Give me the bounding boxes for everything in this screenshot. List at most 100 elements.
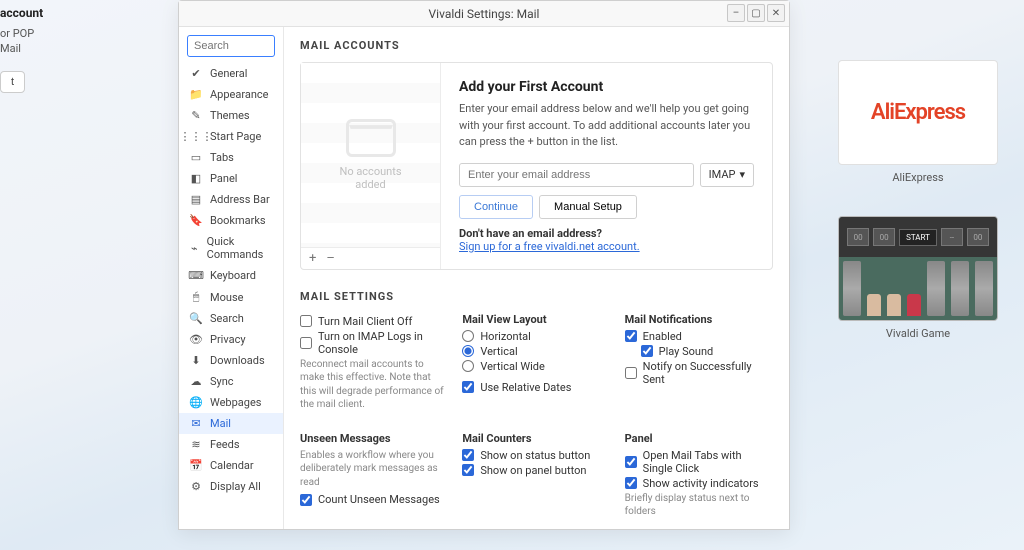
opt-notif-sound[interactable]: Play Sound [641,345,773,358]
minimize-button[interactable]: – [727,4,745,22]
settings-content: MAIL ACCOUNTS No accounts added + – Add … [284,27,789,529]
tile-label: AliExpress [838,171,998,184]
sidebar-item-panel[interactable]: ◧ Panel [179,168,283,189]
sidebar-item-keyboard[interactable]: ⌨ Keyboard [179,265,283,286]
opt-imap-logs[interactable]: Turn on IMAP Logs in Console [300,330,448,356]
downloads-icon: ⬇ [189,354,203,367]
sidebar-item-sync[interactable]: ☁ Sync [179,371,283,392]
sidebar-item-label: Panel [210,172,237,185]
sidebar-item-label: General [210,67,247,80]
sidebar-item-label: Start Page [210,130,261,143]
sidebar-item-label: Feeds [210,438,240,451]
sidebar-item-general[interactable]: ✔ General [179,63,283,84]
accounts-empty: No accounts added [301,63,440,247]
no-email-label: Don't have an email address? [459,227,754,240]
sidebar-item-label: Mail [210,417,231,430]
chevron-down-icon: ▾ [739,168,745,181]
feeds-icon: ≋ [189,438,203,451]
opt-layout-vertical[interactable]: Vertical [462,345,610,358]
add-account-button[interactable]: + [309,252,316,265]
privacy-icon: 👁 [189,333,203,346]
quick-commands-icon: ⌁ [189,242,200,255]
themes-icon: ✎ [189,109,203,122]
manual-setup-button[interactable]: Manual Setup [539,195,637,219]
general-icon: ✔ [189,67,203,80]
sidebar-item-label: Sync [210,375,234,388]
sidebar-item-address-bar[interactable]: ▤Address Bar [179,189,283,210]
sidebar-item-display-all[interactable]: ⚙Display All [179,476,283,497]
address-bar-icon: ▤ [189,193,203,206]
sync-icon: ☁ [189,375,203,388]
webpages-icon: 🌐 [189,396,203,409]
opt-mail-client-off[interactable]: Turn Mail Client Off [300,315,448,328]
sidebar-item-label: Bookmarks [210,214,266,227]
frag-button[interactable]: t [0,71,25,93]
sidebar-item-calendar[interactable]: 📅Calendar [179,455,283,476]
sidebar-item-label: Keyboard [210,269,256,282]
opt-notif-enabled[interactable]: Enabled [625,330,773,343]
sidebar-item-start-page[interactable]: ⋮⋮⋮ Start Page [179,126,283,147]
opt-notif-sent[interactable]: Notify on Successfully Sent [625,360,773,386]
panel-note: Briefly display status next to folders [625,492,773,519]
opt-panel-activity[interactable]: Show activity indicators [625,477,773,490]
sidebar-item-appearance[interactable]: 📁Appearance [179,84,283,105]
sidebar-item-label: Themes [210,109,250,122]
opt-layout-horizontal[interactable]: Horizontal [462,330,610,343]
keyboard-icon: ⌨ [189,269,203,282]
tile-label: Vivaldi Game [838,327,998,340]
heading-mail-notifications: Mail Notifications [625,313,773,326]
sidebar-item-label: Display All [210,480,261,493]
sidebar-item-label: Webpages [210,396,261,409]
sidebar-item-feeds[interactable]: ≋ Feeds [179,434,283,455]
settings-sidebar: ✔ General 📁Appearance ✎ Themes ⋮⋮⋮ Start Page ▭… [179,27,284,529]
protocol-select[interactable]: IMAP▾ [700,163,754,187]
opt-relative-dates[interactable]: Use Relative Dates [462,381,610,394]
heading-panel: Panel [625,432,773,445]
speed-dial-aliexpress[interactable]: AliExpress AliExpress [838,60,998,184]
mail-icon: ✉ [189,417,203,430]
sidebar-item-bookmarks[interactable]: 🔖 Bookmarks [179,210,283,231]
sidebar-item-themes[interactable]: ✎ Themes [179,105,283,126]
section-mail-accounts: MAIL ACCOUNTS [300,39,773,52]
sidebar-item-label: Quick Commands [207,235,273,261]
panel-icon: ◧ [189,172,203,185]
continue-button[interactable]: Continue [459,195,533,219]
search-input[interactable] [187,35,275,57]
aliexpress-logo: AliExpress [871,100,965,125]
maximize-button[interactable]: ▢ [747,4,765,22]
window-title: Vivaldi Settings: Mail [429,7,540,21]
sidebar-item-privacy[interactable]: 👁Privacy [179,329,283,350]
window-titlebar: Vivaldi Settings: Mail – ▢ ✕ [179,1,789,27]
sidebar-item-label: Calendar [210,459,254,472]
opt-panel-single-click[interactable]: Open Mail Tabs with Single Click [625,449,773,475]
add-account-desc: Enter your email address below and we'll… [459,101,754,151]
search-icon: 🔍 [189,312,203,325]
heading-mail-view-layout: Mail View Layout [462,313,610,326]
opt-count-unseen[interactable]: Count Unseen Messages [300,493,448,506]
sidebar-item-mouse[interactable]: 🖱Mouse [179,286,283,308]
opt-layout-vertical-wide[interactable]: Vertical Wide [462,360,610,373]
sidebar-item-label: Appearance [210,88,269,101]
game-start: START [899,229,937,246]
sidebar-item-quick-commands[interactable]: ⌁ Quick Commands [179,231,283,265]
bookmarks-icon: 🔖 [189,214,203,227]
signup-link[interactable]: Sign up for a free vivaldi.net account. [459,240,754,253]
section-mail-settings: MAIL SETTINGS [300,290,773,303]
opt-counter-panel[interactable]: Show on panel button [462,464,610,477]
opt-counter-status[interactable]: Show on status button [462,449,610,462]
imap-logs-note: Reconnect mail accounts to make this eff… [300,358,448,412]
sidebar-item-search[interactable]: 🔍Search [179,308,283,329]
heading-counters: Mail Counters [462,432,610,445]
sidebar-item-webpages[interactable]: 🌐 Webpages [179,392,283,413]
start-page-icon: ⋮⋮⋮ [189,130,203,143]
frag-title: account [0,0,90,26]
remove-account-button[interactable]: – [326,252,335,265]
sidebar-item-mail[interactable]: ✉ Mail [179,413,283,434]
sidebar-item-downloads[interactable]: ⬇ Downloads [179,350,283,371]
sidebar-item-tabs[interactable]: ▭Tabs [179,147,283,168]
accounts-box: No accounts added + – Add your First Acc… [300,62,773,270]
sidebar-item-label: Downloads [210,354,265,367]
close-button[interactable]: ✕ [767,4,785,22]
speed-dial-game[interactable]: 0000 START --00 Vivaldi Game [838,216,998,340]
email-input[interactable] [459,163,694,187]
